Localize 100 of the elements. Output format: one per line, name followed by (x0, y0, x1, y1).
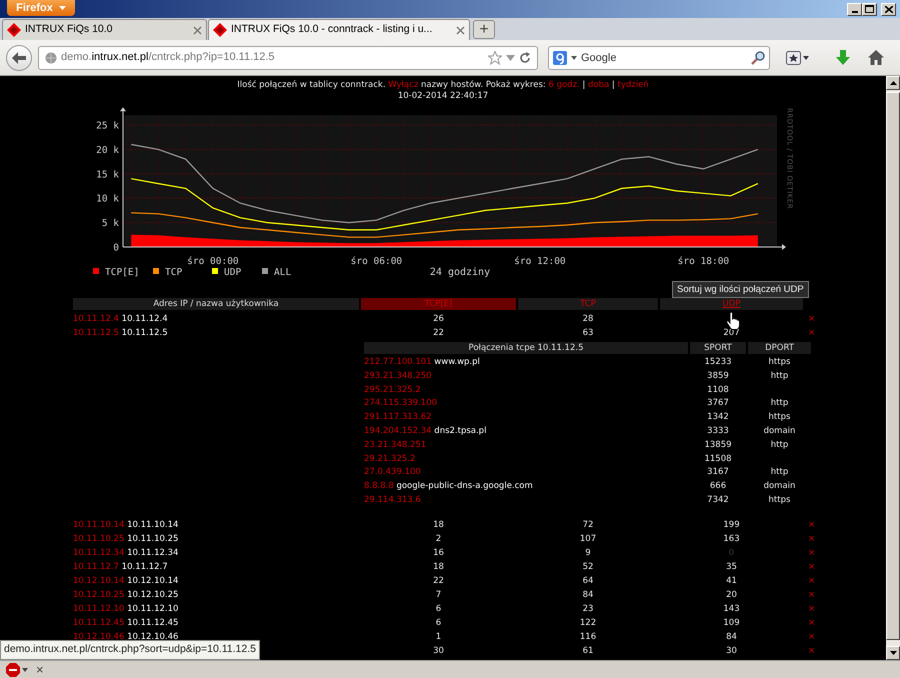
delete-link[interactable]: × (805, 328, 816, 338)
ip-link[interactable]: 10.11.12.10 (73, 604, 124, 614)
column-header: SPORT (690, 342, 746, 354)
count-cell: 143 (723, 604, 740, 614)
download-button[interactable] (834, 48, 852, 67)
ip-link[interactable]: 29.114.313.6 (364, 494, 421, 505)
count-cell: 1 (436, 632, 442, 642)
close-button[interactable] (881, 2, 896, 16)
ip-link[interactable]: 10.11.12.7 (73, 562, 119, 572)
header-link[interactable]: doba (588, 80, 610, 90)
delete-link[interactable]: × (805, 548, 816, 558)
delete-link[interactable]: × (805, 646, 816, 656)
up-arrow-icon (890, 81, 896, 85)
globe-icon (45, 52, 57, 64)
port-number: 3333 (707, 426, 729, 436)
header-link[interactable]: 6 godz. (548, 80, 580, 90)
search-bar[interactable]: Google (548, 46, 770, 70)
count-cell: 84 (582, 590, 594, 600)
ip-link[interactable]: 295.21.325.2 (364, 384, 421, 395)
close-addon-bar-button[interactable]: × (36, 662, 44, 676)
axis-tick-label: 25 k (96, 120, 119, 132)
bookmarks-button[interactable] (784, 48, 812, 66)
column-header[interactable]: Adres IP / nazwa użytkownika (73, 298, 359, 310)
adblock-button[interactable] (4, 660, 30, 678)
ip-link[interactable]: 10.11.12.5 (73, 328, 119, 338)
ip-link[interactable]: 10.11.12.34 (73, 548, 124, 558)
minimize-button[interactable] (847, 2, 862, 16)
host-name: 10.11.12.5 (122, 328, 168, 338)
count-cell: 18 (433, 520, 444, 530)
count-cell: 122 (580, 618, 596, 628)
delete-link[interactable]: × (805, 314, 816, 324)
port-number: 7342 (707, 494, 729, 505)
ip-link[interactable]: 23.21.348.251 (364, 440, 426, 450)
axis-tick-label: 0 (113, 242, 119, 254)
axis-tick-label: śro 06:00 (350, 256, 402, 267)
ip-link[interactable]: 10.11.12.45 (73, 618, 124, 628)
search-icon[interactable] (751, 50, 765, 64)
ip-link[interactable]: 293.21.348.250 (364, 370, 432, 381)
count-cell: 7 (436, 590, 442, 600)
host-name: 10.12.10.46 (127, 632, 178, 642)
delete-link[interactable]: × (805, 520, 816, 530)
column-header[interactable]: TCP[E] (361, 298, 516, 310)
home-icon (868, 50, 884, 65)
new-tab-button[interactable]: + (473, 20, 495, 39)
column-header[interactable]: UDP (660, 298, 803, 310)
browser-tab[interactable]: INTRUX FiQs 10.0 - conntrack - listing i u... (208, 19, 470, 40)
delete-link[interactable]: × (805, 576, 816, 586)
service-name: http (770, 440, 788, 450)
axis-tick-label: 20 k (96, 144, 119, 156)
count-cell: 35 (726, 562, 737, 572)
bookmarks-icon (786, 50, 810, 64)
ip-link[interactable]: 10.12.10.46 (73, 632, 124, 642)
count-cell: 30 (433, 646, 444, 656)
header-link[interactable]: Wyłącz (388, 80, 418, 90)
ip-link[interactable]: 291.117.313.62 (364, 412, 432, 422)
port-number: 3859 (707, 370, 729, 381)
timestamp: 10-02-2014 22:40:17 (396, 91, 490, 102)
ip-link[interactable]: 29.21.325.2 (364, 454, 416, 464)
count-cell: 61 (582, 646, 594, 656)
host-name: 10.12.10.25 (127, 590, 178, 600)
count-cell: 52 (582, 562, 594, 572)
delete-link[interactable]: × (805, 534, 816, 544)
ip-link[interactable]: 194.204.152.34 (364, 426, 432, 436)
header-sentence: Ilość połączeń w tablicy conntrack. Wyłącz nazwy hostów. Pokaż wykres: 6 godz. | doba | tydzień (236, 80, 650, 91)
delete-link[interactable]: × (805, 632, 816, 642)
delete-link[interactable]: × (805, 590, 816, 600)
diamond-icon (213, 23, 227, 37)
reload-icon[interactable] (519, 52, 531, 64)
ip-link[interactable]: 10.12.10.14 (73, 576, 124, 586)
star-icon[interactable] (488, 50, 502, 64)
delete-link[interactable]: × (805, 604, 816, 614)
maximize-icon (865, 5, 874, 13)
axis-tick-label: śro 18:00 (678, 256, 730, 267)
home-button[interactable] (866, 48, 886, 67)
column-header[interactable]: TCP (518, 298, 658, 310)
axis-title: 24 godziny (430, 267, 490, 278)
axis-tick-label: 10 k (96, 194, 119, 205)
back-button[interactable] (6, 44, 32, 70)
port-number: 3767 (707, 398, 729, 408)
ip-link[interactable]: 10.11.10.14 (73, 520, 124, 530)
menu-button[interactable]: Firefox (7, 0, 75, 16)
maximize-button[interactable] (862, 2, 877, 16)
delete-link[interactable]: × (805, 618, 816, 628)
browser-tab[interactable]: INTRUX FiQs 10.0 (2, 19, 207, 40)
ip-link[interactable]: 10.11.12.4 (73, 314, 119, 324)
address-field[interactable]: demo.intrux.net.pl/cntrck.php?ip=10.11.12.5 (38, 46, 538, 70)
ip-link[interactable]: 10.12.10.25 (73, 590, 124, 600)
delete-link[interactable]: × (805, 562, 816, 572)
count-cell: 72 (582, 520, 594, 530)
tooltip: Sortuj wg ilości połączeń UDP (672, 281, 809, 298)
ip-link[interactable]: 274.115.339.100 (364, 398, 438, 408)
header-link[interactable]: tydzień (618, 80, 649, 90)
close-icon[interactable] (456, 26, 465, 34)
host-name: google-public-dns-a.google.com (396, 481, 533, 492)
close-icon[interactable] (193, 26, 202, 34)
ip-link[interactable]: 8.8.8.8 (364, 481, 394, 492)
ip-link[interactable]: 27.0.439.100 (364, 467, 421, 478)
ip-link[interactable]: 10.11.10.25 (73, 534, 124, 544)
ip-link[interactable]: 212.77.100.101 (364, 357, 432, 367)
dropdown-icon[interactable] (506, 54, 515, 60)
